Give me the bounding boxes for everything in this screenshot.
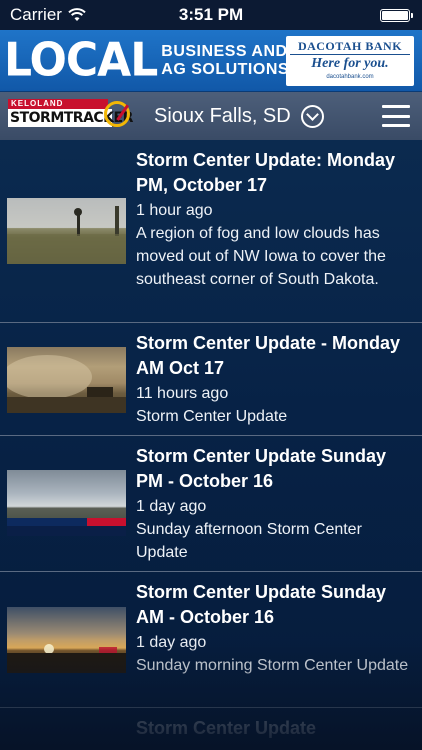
- ad-bank-tagline: Here for you.: [311, 56, 389, 71]
- item-title[interactable]: Storm Center Update: Monday PM, October …: [136, 148, 412, 198]
- nav-bar: KELOLAND STORMTRACKER Sioux Falls, SD: [0, 92, 422, 140]
- item-title-partial[interactable]: Storm Center Update: [136, 718, 316, 739]
- video-thumbnail[interactable]: [7, 470, 126, 536]
- ad-subline-2: AG SOLUTIONS: [161, 60, 290, 78]
- ad-headline: LOCAL: [4, 33, 158, 87]
- menu-line: [382, 105, 410, 108]
- item-description: A region of fog and low clouds has moved…: [136, 225, 386, 288]
- item-description: Sunday morning Storm Center Update: [136, 657, 409, 674]
- item-description: Storm Center Update: [136, 408, 288, 425]
- item-timestamp: 1 day ago: [136, 498, 207, 515]
- ad-bank-name: DACOTAH BANK: [290, 39, 410, 55]
- thumbnail-scene: [7, 206, 126, 264]
- ad-subline: BUSINESS AND AG SOLUTIONS: [161, 43, 289, 79]
- item-timestamp: 11 hours ago: [136, 385, 229, 402]
- video-thumbnail[interactable]: [7, 198, 126, 264]
- item-text: Storm Center Update Sunday PM - October …: [136, 444, 412, 564]
- item-text: Storm Center Update: Monday PM, October …: [136, 148, 412, 291]
- list-item[interactable]: Storm Center Update: Monday PM, October …: [0, 140, 422, 323]
- item-timestamp: 1 day ago: [136, 634, 207, 651]
- ad-bank-logo: DACOTAH BANK Here for you. dacotahbank.c…: [286, 36, 414, 86]
- wifi-icon: [68, 8, 86, 21]
- battery-level: [382, 11, 408, 20]
- item-text: Storm Center Update - Monday AM Oct 17 1…: [136, 331, 412, 428]
- carrier-label: Carrier: [10, 5, 62, 24]
- video-thumbnail[interactable]: [7, 607, 126, 673]
- location-label: Sioux Falls, SD: [154, 104, 291, 127]
- thumbnail-scene: [7, 644, 126, 673]
- location-selector[interactable]: Sioux Falls, SD: [154, 92, 324, 140]
- item-text: Storm Center Update Sunday AM - October …: [136, 580, 412, 677]
- thumbnail-scene: [7, 355, 126, 413]
- item-title[interactable]: Storm Center Update Sunday AM - October …: [136, 580, 412, 630]
- menu-line: [382, 114, 410, 118]
- video-thumbnail[interactable]: [7, 347, 126, 413]
- thumbnail-scene: [7, 518, 126, 536]
- item-timestamp: 1 hour ago: [136, 202, 213, 219]
- list-item[interactable]: Storm Center Update Sunday AM - October …: [0, 572, 422, 708]
- logo-radar-icon: [104, 101, 130, 127]
- hamburger-menu-icon[interactable]: [382, 105, 410, 127]
- ad-bank-url: dacotahbank.com: [326, 74, 374, 80]
- item-description: Sunday afternoon Storm Center Update: [136, 521, 362, 561]
- status-left: Carrier: [10, 5, 86, 25]
- status-bar: Carrier 3:51 PM: [0, 0, 422, 30]
- list-item[interactable]: Storm Center Update Sunday PM - October …: [0, 436, 422, 572]
- menu-line: [382, 124, 410, 127]
- ad-subline-1: BUSINESS AND: [161, 42, 288, 60]
- item-title[interactable]: Storm Center Update - Monday AM Oct 17: [136, 331, 412, 381]
- stormtracker-logo[interactable]: KELOLAND STORMTRACKER: [8, 99, 133, 131]
- video-list[interactable]: Storm Center Update: Monday PM, October …: [0, 140, 422, 750]
- battery-icon: [380, 9, 413, 22]
- list-item[interactable]: Storm Center Update - Monday AM Oct 17 1…: [0, 323, 422, 436]
- ad-banner[interactable]: LOCAL BUSINESS AND AG SOLUTIONS DACOTAH …: [0, 30, 422, 92]
- logo-top-text: KELOLAND: [8, 99, 108, 109]
- item-title[interactable]: Storm Center Update Sunday PM - October …: [136, 444, 412, 494]
- chevron-down-circle-icon[interactable]: [300, 104, 324, 128]
- logo-main-text: STORMTRACKER: [8, 109, 133, 127]
